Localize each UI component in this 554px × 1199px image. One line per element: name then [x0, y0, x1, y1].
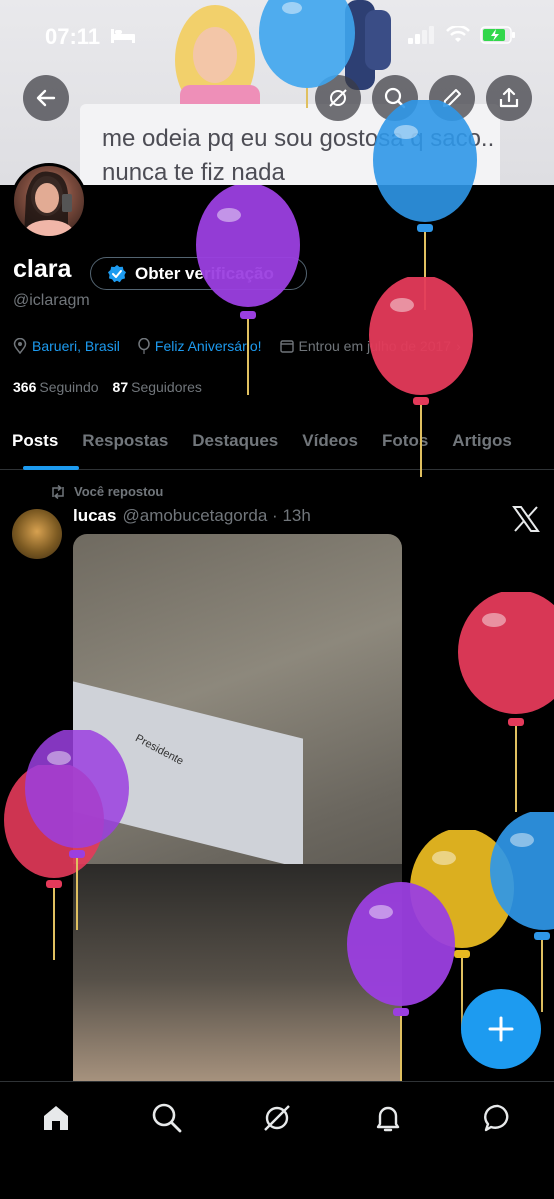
tab-replies[interactable]: Respostas	[70, 412, 180, 470]
arrow-left-icon	[36, 89, 56, 107]
follow-stats: 366 Seguindo 87 Seguidores	[13, 379, 202, 395]
home-icon[interactable]	[40, 1102, 72, 1134]
location-pin-icon	[13, 338, 27, 354]
verified-badge-icon	[108, 264, 126, 282]
following-link[interactable]: 366 Seguindo	[13, 379, 99, 395]
back-button[interactable]	[23, 75, 69, 121]
balloon-decoration	[369, 277, 473, 477]
balloon-decoration	[196, 185, 300, 395]
plus-icon	[488, 1016, 514, 1042]
repost-indicator: Você repostou	[50, 484, 163, 499]
messages-icon[interactable]	[482, 1102, 514, 1134]
wifi-icon	[446, 26, 470, 42]
profile-avatar[interactable]	[11, 163, 87, 239]
battery-icon	[480, 26, 515, 44]
x-logo-icon	[512, 506, 540, 532]
repost-label: Você repostou	[74, 484, 164, 499]
balloon-decoration	[458, 592, 554, 812]
post-handle-time: @amobucetagorda · 13h	[122, 506, 311, 525]
profile-handle: @iclaragm	[13, 292, 90, 309]
post-author-avatar[interactable]	[12, 509, 62, 559]
share-button[interactable]	[486, 75, 532, 121]
balloon-decoration	[259, 0, 355, 108]
sleep-icon	[111, 29, 135, 43]
location-link[interactable]: Barueri, Brasil	[32, 338, 120, 354]
share-icon	[499, 87, 519, 108]
tab-posts[interactable]: Posts	[0, 412, 80, 470]
tab-highlights[interactable]: Destaques	[180, 412, 290, 470]
bell-icon[interactable]	[372, 1102, 404, 1134]
profile-name: clara	[13, 255, 72, 283]
status-time: 07:11	[45, 24, 101, 49]
repost-icon	[52, 484, 64, 499]
bottom-navigation	[0, 1081, 554, 1199]
grok-icon[interactable]	[261, 1102, 293, 1134]
balloon-decoration	[347, 882, 455, 1082]
tab-videos[interactable]: Vídeos	[290, 412, 370, 470]
followers-link[interactable]: 87 Seguidores	[113, 379, 202, 395]
balloon-decoration	[490, 812, 554, 1012]
balloon-decoration	[25, 730, 129, 930]
compose-post-button[interactable]	[461, 989, 541, 1069]
location-item: Barueri, Brasil	[13, 338, 120, 354]
avatar-photo	[24, 171, 73, 236]
balloon-icon	[138, 338, 150, 354]
post-header: lucas @amobucetagorda · 13h	[73, 506, 311, 526]
signal-icon	[408, 26, 434, 44]
post-author-name[interactable]: lucas	[73, 506, 116, 526]
search-icon[interactable]	[151, 1102, 183, 1134]
